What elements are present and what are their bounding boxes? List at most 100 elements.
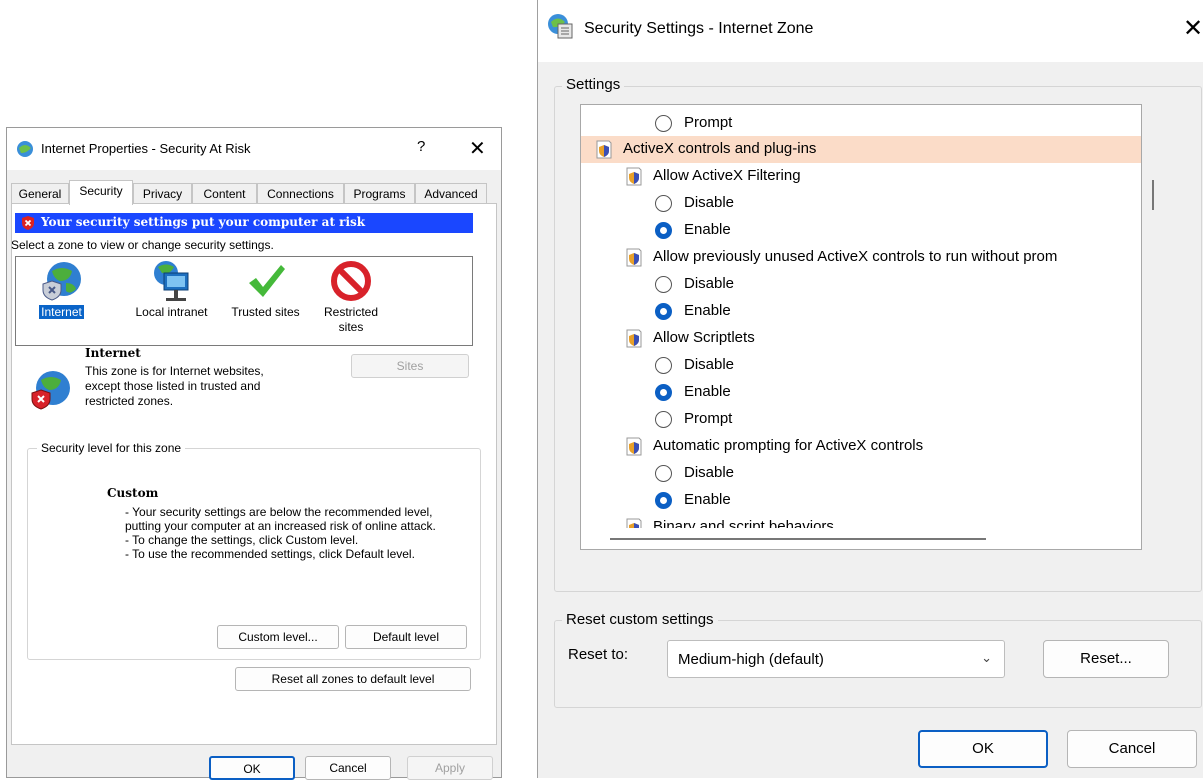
settings-shield-icon	[626, 437, 642, 456]
tab-security[interactable]: Security	[69, 180, 133, 205]
option-label: Disable	[684, 464, 735, 481]
default-level-button[interactable]: Default level	[345, 625, 467, 649]
setting-row[interactable]: Automatic prompting for ActiveX controls	[581, 433, 1141, 460]
zone-description: This zone is for Internet websites, exce…	[85, 364, 264, 408]
dialog-title: Internet Properties - Security At Risk	[41, 141, 251, 156]
tab-general[interactable]: General	[11, 183, 69, 204]
option-row[interactable]: Prompt	[581, 406, 1141, 433]
setting-row[interactable]: Allow ActiveX Filtering	[581, 163, 1141, 190]
option-row[interactable]: Disable	[581, 460, 1141, 487]
zone-globe-icon	[31, 371, 70, 410]
settings-shield-icon	[596, 140, 612, 159]
title-bar: Internet Properties - Security At Risk ?…	[7, 128, 501, 170]
settings-shield-icon	[626, 329, 642, 348]
tab-strip: General Security Privacy Content Connect…	[7, 180, 501, 205]
risk-banner-text: Your security settings put your computer…	[41, 215, 366, 229]
settings-shield-icon	[626, 167, 642, 186]
setting-row[interactable]: Binary and script behaviors	[581, 514, 1141, 528]
reset-to-dropdown[interactable]: Medium-high (default) ⌄	[667, 640, 1005, 678]
radio-button-selected[interactable]	[655, 222, 672, 239]
zone-restricted-sites[interactable]: Restricted sites	[311, 259, 391, 335]
tab-programs[interactable]: Programs	[344, 183, 415, 204]
option-label: Enable	[684, 302, 731, 319]
setting-row[interactable]: Allow Scriptlets	[581, 325, 1141, 352]
setting-label: Automatic prompting for ActiveX controls	[653, 437, 924, 454]
option-row[interactable]: Disable	[581, 352, 1141, 379]
tab-privacy[interactable]: Privacy	[133, 183, 192, 204]
option-row[interactable]: Prompt	[581, 110, 1141, 137]
security-settings-icon	[548, 14, 573, 39]
custom-level-button[interactable]: Custom level...	[217, 625, 339, 649]
option-label: Enable	[684, 383, 731, 400]
option-label: Disable	[684, 275, 735, 292]
settings-shield-icon	[626, 518, 642, 528]
help-button[interactable]: ?	[417, 138, 425, 155]
internet-options-icon	[17, 141, 33, 157]
radio-button[interactable]	[655, 276, 672, 293]
level-line: - To change the settings, click Custom l…	[125, 533, 359, 547]
zone-list: Internet Local intranet Trusted sites Re…	[15, 256, 473, 346]
security-level-name: Custom	[107, 486, 159, 500]
risk-banner: Your security settings put your computer…	[15, 213, 473, 233]
settings-tree[interactable]: Prompt ActiveX controls and plug-ins All…	[580, 104, 1142, 550]
zone-trusted-sites-label: Trusted sites	[231, 305, 300, 319]
option-label: Disable	[684, 356, 735, 373]
ok-button[interactable]: OK	[918, 730, 1048, 768]
level-line: - To use the recommended settings, click…	[125, 547, 415, 561]
apply-button[interactable]: Apply	[407, 756, 493, 780]
tab-advanced[interactable]: Advanced	[415, 183, 487, 204]
reset-button[interactable]: Reset...	[1043, 640, 1169, 678]
close-button[interactable]: ✕	[469, 136, 486, 160]
horizontal-scrollbar-thumb[interactable]	[610, 538, 986, 540]
setting-label: Allow ActiveX Filtering	[653, 167, 801, 184]
radio-button-selected[interactable]	[655, 303, 672, 320]
security-level-description: - Your security settings are below the r…	[115, 505, 455, 561]
option-label: Prompt	[684, 410, 733, 427]
option-label: Enable	[684, 221, 731, 238]
zone-restricted-sites-label: Restricted sites	[323, 305, 379, 334]
dialog-title: Security Settings - Internet Zone	[584, 20, 814, 37]
option-label: Disable	[684, 194, 735, 211]
radio-button[interactable]	[655, 115, 672, 132]
radio-button-selected[interactable]	[655, 384, 672, 401]
sites-button[interactable]: Sites	[351, 354, 469, 378]
zone-internet[interactable]: Internet	[14, 259, 109, 319]
level-line: - Your security settings are below the r…	[125, 505, 436, 533]
option-row[interactable]: Enable	[581, 379, 1141, 406]
option-row[interactable]: Disable	[581, 190, 1141, 217]
settings-group-label: Settings	[562, 76, 625, 93]
option-row[interactable]: Disable	[581, 271, 1141, 298]
zone-local-intranet-label: Local intranet	[135, 305, 208, 319]
reset-to-label: Reset to:	[568, 646, 629, 663]
radio-button[interactable]	[655, 195, 672, 212]
radio-button[interactable]	[655, 411, 672, 428]
radio-button-selected[interactable]	[655, 492, 672, 509]
option-row[interactable]: Enable	[581, 487, 1141, 514]
radio-button[interactable]	[655, 465, 672, 482]
ok-button[interactable]: OK	[209, 756, 295, 780]
settings-shield-icon	[626, 248, 642, 267]
category-row[interactable]: ActiveX controls and plug-ins	[581, 136, 1141, 163]
cancel-button[interactable]: Cancel	[1067, 730, 1197, 768]
cancel-button[interactable]: Cancel	[305, 756, 391, 780]
zone-name: Internet	[85, 346, 141, 360]
close-button[interactable]: ✕	[1183, 14, 1203, 42]
zone-trusted-sites[interactable]: Trusted sites	[218, 259, 313, 319]
reset-all-zones-button[interactable]: Reset all zones to default level	[235, 667, 471, 691]
tab-content[interactable]: Content	[192, 183, 257, 204]
setting-label: Binary and script behaviors	[653, 518, 834, 528]
checkmark-icon	[248, 265, 285, 297]
category-label: ActiveX controls and plug-ins	[623, 140, 817, 157]
vertical-scrollbar-thumb[interactable]	[1152, 180, 1154, 210]
setting-label: Allow previously unused ActiveX controls…	[653, 248, 1058, 265]
option-row[interactable]: Enable	[581, 298, 1141, 325]
option-row[interactable]: Enable	[581, 217, 1141, 244]
zone-local-intranet[interactable]: Local intranet	[124, 259, 219, 319]
reset-to-value: Medium-high (default)	[678, 651, 824, 668]
radio-button[interactable]	[655, 357, 672, 374]
select-zone-instruction: Select a zone to view or change security…	[11, 238, 274, 252]
title-bar: Security Settings - Internet Zone ✕	[538, 0, 1203, 62]
setting-row[interactable]: Allow previously unused ActiveX controls…	[581, 244, 1141, 271]
tab-connections[interactable]: Connections	[257, 183, 344, 204]
chevron-down-icon: ⌄	[981, 650, 992, 665]
